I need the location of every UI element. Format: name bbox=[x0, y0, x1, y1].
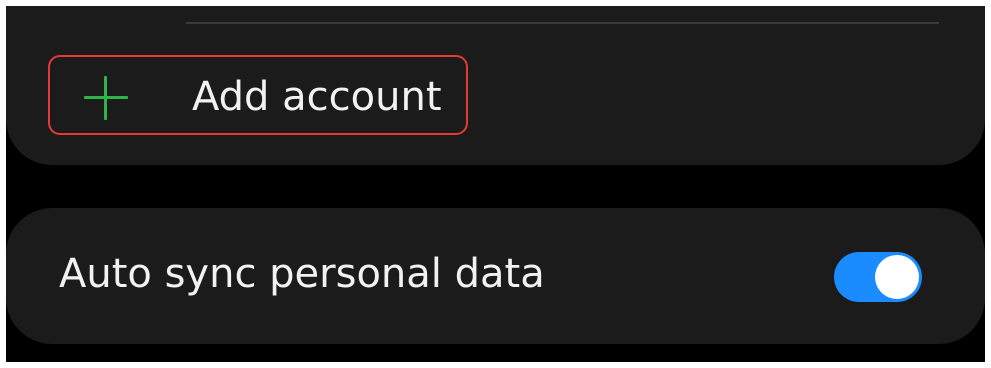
settings-screen: Add account Auto sync personal data bbox=[6, 6, 985, 362]
divider bbox=[186, 22, 939, 24]
accounts-card: Add account bbox=[6, 6, 985, 165]
add-account-label: Add account bbox=[192, 74, 442, 120]
auto-sync-label: Auto sync personal data bbox=[59, 251, 545, 297]
auto-sync-row[interactable]: Auto sync personal data bbox=[6, 208, 985, 344]
plus-icon bbox=[84, 76, 128, 120]
toggle-knob bbox=[875, 255, 919, 299]
auto-sync-toggle[interactable] bbox=[834, 252, 922, 302]
add-account-button[interactable]: Add account bbox=[48, 55, 468, 135]
